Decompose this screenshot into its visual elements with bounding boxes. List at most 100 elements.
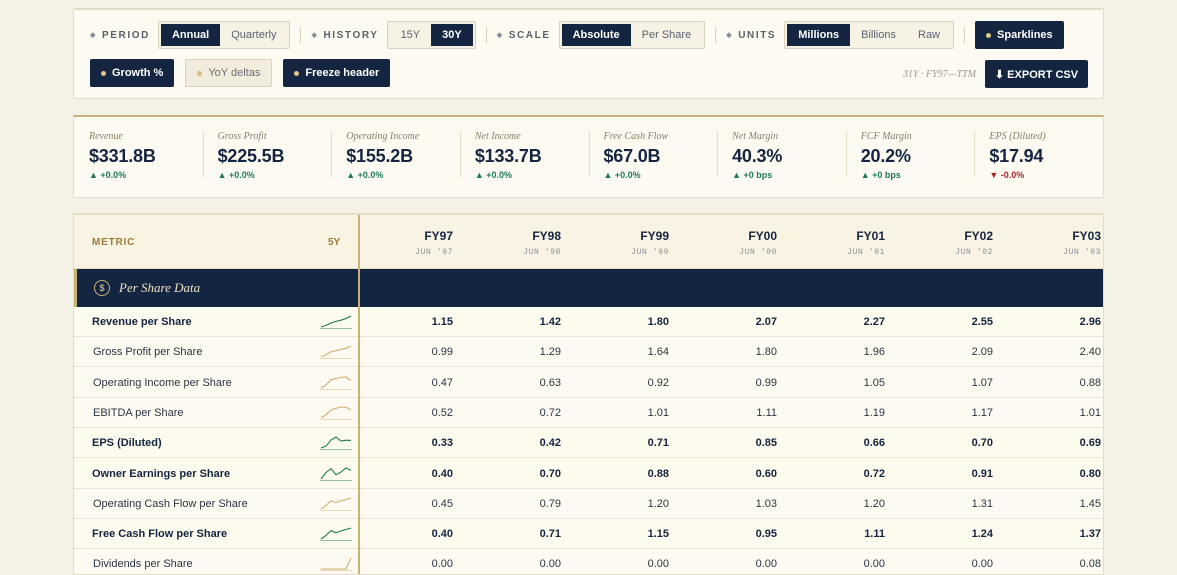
kpi-label: Free Cash Flow [603, 131, 669, 142]
value-cell: 1.11 [756, 406, 777, 419]
value-cell: 2.40 [1079, 346, 1101, 359]
fiscal-year-label: FY97 [424, 229, 453, 243]
history-group-label: ◆ HISTORY [311, 30, 378, 41]
sparkline-line [320, 406, 352, 419]
column-header[interactable]: FY02 JUN '02 [901, 229, 1009, 257]
value-cell: 0.33 [431, 437, 453, 450]
scale-toggle: Absolute Per Share [558, 21, 706, 49]
table-row[interactable]: Gross Profit per Share 0.99 1.29 1.64 1.80 1.… [74, 337, 1103, 368]
value-cell: 0.08 [1079, 558, 1101, 571]
value-cell: 0.00 [647, 558, 669, 571]
column-header[interactable]: FY97 JUN '97 [361, 229, 469, 257]
kpi-label: Revenue [89, 131, 123, 142]
sparkline-line [320, 497, 352, 510]
value-cell: 0.47 [431, 376, 453, 389]
fiscal-year-label: FY98 [532, 229, 561, 243]
value-cell: 0.80 [1079, 467, 1101, 480]
column-header[interactable]: FY99 JUN '99 [577, 229, 685, 257]
row-label: Gross Profit per Share [93, 346, 203, 359]
sparkline [320, 436, 352, 451]
sparklines-toggle[interactable]: Sparklines [975, 21, 1064, 49]
value-cell: 0.71 [539, 528, 561, 541]
kpi-delta: ▲ +0.0% [603, 170, 641, 180]
scale-absolute-button[interactable]: Absolute [561, 24, 631, 46]
value-cell: 1.19 [863, 406, 885, 419]
value-cell: 0.70 [971, 437, 993, 450]
value-cell: 0.92 [647, 376, 669, 389]
fiscal-year-label: FY01 [856, 229, 885, 243]
column-header[interactable]: FY01 JUN '01 [793, 229, 901, 257]
units-millions-button[interactable]: Millions [787, 24, 851, 46]
table-row[interactable]: EPS (Diluted) 0.33 0.42 0.71 0.85 0.66 0.70 0.6… [74, 428, 1103, 459]
kpi-delta: ▲ +0.0% [217, 170, 255, 180]
kpi-operating-income: Operating Income $155.2B ▲ +0.0% [331, 117, 460, 197]
value-cell: 0.95 [755, 528, 777, 541]
history-15y-button[interactable]: 15Y [390, 24, 432, 46]
yoy-label: YoY deltas [208, 67, 261, 79]
fiscal-year-label: FY03 [1072, 229, 1101, 243]
value-cell: 0.60 [755, 467, 777, 480]
value-cell: 1.20 [647, 497, 669, 510]
value-cell: 1.37 [1079, 528, 1101, 541]
history-label: HISTORY [323, 29, 379, 41]
sparkline [320, 345, 352, 360]
table-row[interactable]: Revenue per Share 1.15 1.42 1.80 2.07 2.27 2.5… [74, 307, 1103, 337]
section-title: Per Share Data [119, 280, 201, 295]
divider [964, 27, 966, 43]
table-row[interactable]: Operating Cash Flow per Share 0.45 0.79 1.2… [74, 489, 1103, 519]
value-cell: 0.99 [431, 346, 453, 359]
kpi-delta: ▲ +0.0% [474, 170, 513, 180]
value-cell: 0.40 [431, 528, 453, 541]
freeze-header-toggle[interactable]: Freeze header [283, 59, 391, 87]
scale-per-share-button[interactable]: Per Share [631, 24, 703, 46]
kpi-value: $155.2B [346, 146, 413, 166]
value-cell: 0.85 [755, 437, 777, 450]
value-cell: 1.11 [864, 528, 885, 541]
period-group-label: ◆ PERIOD [90, 30, 150, 41]
kpi-value: $133.7B [474, 146, 542, 166]
kpi-label: Operating Income [346, 131, 420, 142]
value-cell: 0.66 [863, 437, 885, 450]
table-row[interactable]: EBITDA per Share 0.52 0.72 1.01 1.11 1.19 1.17… [74, 398, 1103, 428]
toggle-dot-icon [294, 70, 300, 76]
section-header-per-share[interactable]: $ Per Share Data [74, 269, 1103, 307]
kpi-value: $331.8B [89, 146, 156, 166]
value-cell: 0.69 [1079, 437, 1101, 450]
table-row[interactable]: Owner Earnings per Share 0.40 0.70 0.88 0.60… [74, 458, 1103, 489]
toolbar-row-primary: ◆ PERIOD Annual Quarterly ◆ HISTORY 15Y 30… [90, 21, 1064, 49]
value-cell: 0.00 [755, 558, 777, 571]
value-cell: 1.64 [647, 346, 669, 359]
fiscal-year-label: FY00 [748, 229, 777, 243]
period-annual-button[interactable]: Annual [160, 24, 221, 46]
table-row[interactable]: Dividends per Share 0.00 0.00 0.00 0.00 0.00 0… [74, 549, 1103, 574]
frozen-column-divider [358, 215, 360, 574]
fiscal-date-label: JUN '98 [523, 248, 561, 257]
value-cell: 1.31 [971, 497, 993, 510]
value-cell: 1.24 [971, 528, 993, 541]
column-header[interactable]: FY03 JUN '03 [1009, 229, 1103, 257]
kpi-delta: ▲ +0.0% [89, 170, 127, 180]
column-header[interactable]: FY00 JUN '00 [685, 229, 793, 257]
growth-toggle[interactable]: Growth % [90, 59, 175, 87]
yoy-deltas-toggle[interactable]: YoY deltas [185, 59, 273, 87]
history-30y-button[interactable]: 30Y [431, 24, 473, 46]
sparkline-line [320, 315, 352, 328]
units-raw-button[interactable]: Raw [907, 24, 951, 46]
units-billions-button[interactable]: Billions [850, 24, 907, 46]
table-row[interactable]: Operating Income per Share 0.47 0.63 0.92 0.… [74, 368, 1103, 398]
metric-column-header[interactable]: METRIC [92, 237, 135, 248]
controls-toolbar: ◆ PERIOD Annual Quarterly ◆ HISTORY 15Y 30… [73, 8, 1104, 99]
kpi-free-cash-flow: Free Cash Flow $67.0B ▲ +0.0% [588, 117, 718, 197]
row-label: Revenue per Share [92, 316, 192, 328]
value-cell: 0.72 [539, 406, 561, 419]
sparkline-line [320, 466, 352, 479]
kpi-label: FCF Margin [860, 131, 912, 142]
kpi-gross-profit: Gross Profit $225.5B ▲ +0.0% [202, 117, 332, 197]
column-header[interactable]: FY98 JUN '98 [469, 229, 577, 257]
value-cell: 0.88 [1079, 376, 1101, 389]
sparkline [320, 466, 352, 481]
row-label: EPS (Diluted) [92, 437, 162, 450]
export-csv-button[interactable]: ⬇ EXPORT CSV [985, 60, 1088, 88]
table-row[interactable]: Free Cash Flow per Share 0.40 0.71 1.15 0.95… [74, 519, 1103, 550]
period-quarterly-button[interactable]: Quarterly [220, 24, 287, 46]
